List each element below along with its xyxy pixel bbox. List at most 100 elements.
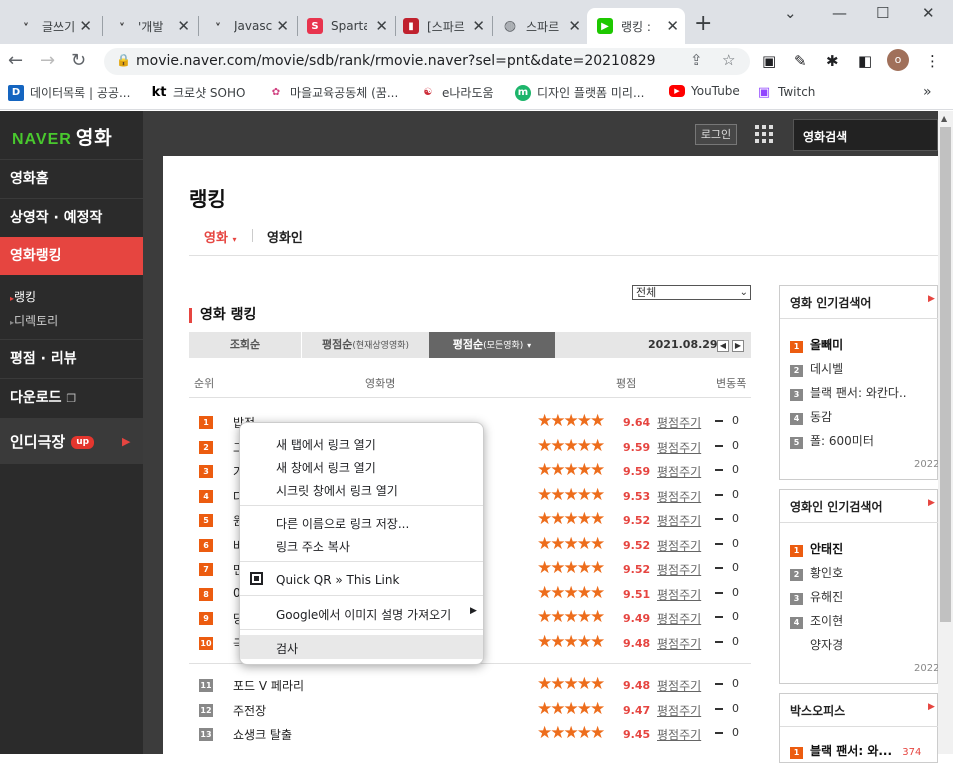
page-scrollbar[interactable]: ▲ bbox=[938, 111, 953, 754]
scrollbar-thumb[interactable] bbox=[940, 127, 951, 622]
movie-title-link[interactable]: 주전장 bbox=[233, 702, 266, 719]
rate-link[interactable]: 평점주기 bbox=[657, 561, 701, 578]
menu-item-inspect[interactable]: 검사 bbox=[276, 640, 298, 657]
apps-grid-icon[interactable] bbox=[755, 125, 773, 143]
rate-link[interactable]: 평점주기 bbox=[657, 414, 701, 431]
keyword-item[interactable]: 3 유해진 bbox=[790, 588, 843, 605]
extensions-puzzle-icon[interactable]: ✱ bbox=[826, 52, 839, 70]
url-text[interactable]: movie.naver.com/movie/sdb/rank/rmovie.na… bbox=[136, 53, 656, 69]
sidebar-sub-ranking[interactable]: ▸랭킹 bbox=[10, 288, 36, 305]
boxoffice-item[interactable]: 1 블랙 팬서: 와... 374 bbox=[790, 742, 921, 759]
close-icon[interactable]: ✕ bbox=[79, 17, 92, 35]
close-icon[interactable]: ✕ bbox=[472, 17, 485, 35]
movie-title-link[interactable]: 쇼생크 탈출 bbox=[233, 726, 292, 743]
rate-link[interactable]: 평점주기 bbox=[657, 635, 701, 652]
eyedropper-extension-icon[interactable]: ✎ bbox=[794, 52, 807, 70]
rate-link[interactable]: 평점주기 bbox=[657, 463, 701, 480]
scroll-up-icon[interactable]: ▲ bbox=[941, 114, 947, 123]
rate-link[interactable]: 평점주기 bbox=[657, 586, 701, 603]
bookmark-star-icon[interactable]: ☆ bbox=[722, 51, 735, 69]
share-icon[interactable]: ⇪ bbox=[690, 51, 703, 69]
rate-link[interactable]: 평점주기 bbox=[657, 488, 701, 505]
side-panel-icon[interactable]: ◧ bbox=[858, 52, 872, 70]
sort-tab-views[interactable]: 조회순 bbox=[189, 332, 301, 358]
movie-title-link[interactable]: 포드 V 페라리 bbox=[233, 677, 304, 694]
sidebar-sub-directory[interactable]: ▸디렉토리 bbox=[10, 312, 58, 329]
profile-avatar[interactable]: o bbox=[887, 49, 909, 71]
keyword-item[interactable]: 5 폴: 600미터 bbox=[790, 432, 874, 449]
movie-search-input[interactable]: 영화검색 bbox=[793, 119, 938, 151]
chevron-right-icon[interactable]: ▶ bbox=[928, 294, 935, 304]
close-icon[interactable]: ✕ bbox=[375, 17, 388, 35]
sidebar-item-movie-home[interactable]: 영화홈 bbox=[0, 159, 143, 197]
sort-tab-rating-current[interactable]: 평점순(현재상영영화) bbox=[301, 332, 429, 358]
minimize-icon[interactable]: — bbox=[832, 4, 847, 22]
rate-link[interactable]: 평점주기 bbox=[657, 702, 701, 719]
close-icon[interactable]: ✕ bbox=[666, 17, 679, 35]
rate-link[interactable]: 평점주기 bbox=[657, 537, 701, 554]
browser-tab[interactable]: ᵛ 글쓰기 ✕ bbox=[8, 8, 98, 44]
browser-tab-active[interactable]: ▶ 랭킹 : ✕ bbox=[587, 8, 685, 44]
rate-link[interactable]: 평점주기 bbox=[657, 677, 701, 694]
subtab-movie-people[interactable]: 영화인 bbox=[267, 227, 303, 246]
naver-movie-logo[interactable]: NAVER 영화 bbox=[12, 123, 113, 150]
lock-icon[interactable]: 🔒 bbox=[116, 53, 131, 67]
close-icon[interactable]: ✕ bbox=[276, 17, 289, 35]
browser-tab[interactable]: ᵛ '개발 ✕ bbox=[104, 8, 196, 44]
rate-link[interactable]: 평점주기 bbox=[657, 512, 701, 529]
reload-icon[interactable]: ↻ bbox=[71, 50, 86, 71]
menu-item-open-new-window[interactable]: 새 창에서 링크 열기 bbox=[276, 459, 376, 476]
keyword-item[interactable]: 4 조이현 bbox=[790, 612, 843, 629]
sidebar-item-download[interactable]: 다운로드 ❐ bbox=[0, 378, 143, 416]
rate-link[interactable]: 평점주기 bbox=[657, 439, 701, 456]
keyword-item[interactable]: 3 블랙 팬서: 와칸다.. bbox=[790, 384, 907, 401]
date-prev-button[interactable]: ◀ bbox=[717, 340, 729, 352]
menu-item-copy-link[interactable]: 링크 주소 복사 bbox=[276, 538, 350, 555]
menu-item-google-image-description[interactable]: Google에서 이미지 설명 가져오기 bbox=[276, 606, 451, 623]
bookmark-item[interactable]: m 디자인 플랫폼 미리... bbox=[515, 84, 644, 101]
maximize-icon[interactable]: ☐ bbox=[876, 4, 889, 22]
bookmark-item[interactable]: ☯ e나라도움 bbox=[420, 84, 494, 101]
address-bar[interactable]: 🔒 movie.naver.com/movie/sdb/rank/rmovie.… bbox=[104, 48, 750, 75]
menu-item-save-link-as[interactable]: 다른 이름으로 링크 저장... bbox=[276, 515, 409, 532]
bookmark-item[interactable]: kt 크로샷 SOHO bbox=[151, 84, 246, 101]
chevron-right-icon[interactable]: ▶ bbox=[928, 702, 935, 712]
keyword-item[interactable]: 2 데시벨 bbox=[790, 360, 843, 377]
sidebar-item-indie-theater[interactable]: 인디극장 up ▶ bbox=[0, 418, 143, 464]
date-next-button[interactable]: ▶ bbox=[732, 340, 744, 352]
rate-link[interactable]: 평점주기 bbox=[657, 610, 701, 627]
sidebar-item-movie-ranking[interactable]: 영화랭킹 bbox=[0, 237, 143, 275]
rate-link[interactable]: 평점주기 bbox=[657, 726, 701, 743]
menu-item-open-incognito[interactable]: 시크릿 창에서 링크 열기 bbox=[276, 482, 398, 499]
new-tab-icon[interactable]: + bbox=[694, 11, 712, 36]
browser-tab[interactable]: ◍ 스파르 ✕ bbox=[492, 8, 587, 44]
bookmark-item[interactable]: D 데이터목록 | 공공... bbox=[8, 84, 130, 101]
menu-item-quick-qr[interactable]: Quick QR » This Link bbox=[276, 573, 399, 587]
forward-icon[interactable]: → bbox=[40, 50, 55, 71]
bookmark-item[interactable]: ✿ 마을교육공동체 (꿈... bbox=[268, 84, 398, 101]
close-window-icon[interactable]: ✕ bbox=[922, 4, 935, 22]
subtab-movie[interactable]: 영화 ▾ bbox=[204, 227, 236, 246]
bookmark-item[interactable]: ▶ YouTube bbox=[669, 84, 740, 98]
sort-tab-rating-all[interactable]: 평점순(모든영화) ▾ bbox=[429, 332, 555, 358]
genre-select[interactable]: 전체 ⌄ bbox=[632, 285, 751, 300]
sidebar-item-now-showing[interactable]: 상영작 · 예정작 bbox=[0, 198, 143, 236]
more-bookmarks-icon[interactable]: » bbox=[923, 84, 932, 100]
login-button[interactable]: 로그인 bbox=[695, 124, 737, 145]
menu-kebab-icon[interactable]: ⋮ bbox=[925, 52, 940, 70]
sidebar-item-reviews[interactable]: 평점 · 리뷰 bbox=[0, 339, 143, 377]
bookmark-item[interactable]: ▣ Twitch bbox=[756, 84, 816, 100]
keyword-item[interactable]: 1 안태진 bbox=[790, 540, 843, 557]
keyword-item[interactable]: 양자경 bbox=[810, 636, 843, 653]
chevron-right-icon[interactable]: ▶ bbox=[928, 498, 935, 508]
menu-item-open-new-tab[interactable]: 새 탭에서 링크 열기 bbox=[276, 436, 376, 453]
close-icon[interactable]: ✕ bbox=[568, 17, 581, 35]
browser-tab[interactable]: ᵛ Javasc ✕ bbox=[200, 8, 295, 44]
browser-tab[interactable]: ▮ [스파르 ✕ bbox=[393, 8, 491, 44]
browser-tab[interactable]: S Sparta ✕ bbox=[297, 8, 394, 44]
keyword-item[interactable]: 1 올빼미 bbox=[790, 336, 843, 353]
qr-extension-icon[interactable]: ▣ bbox=[762, 52, 776, 70]
back-icon[interactable]: ← bbox=[8, 50, 23, 71]
keyword-item[interactable]: 2 황인호 bbox=[790, 564, 843, 581]
tab-search-icon[interactable]: ⌄ bbox=[784, 4, 797, 22]
